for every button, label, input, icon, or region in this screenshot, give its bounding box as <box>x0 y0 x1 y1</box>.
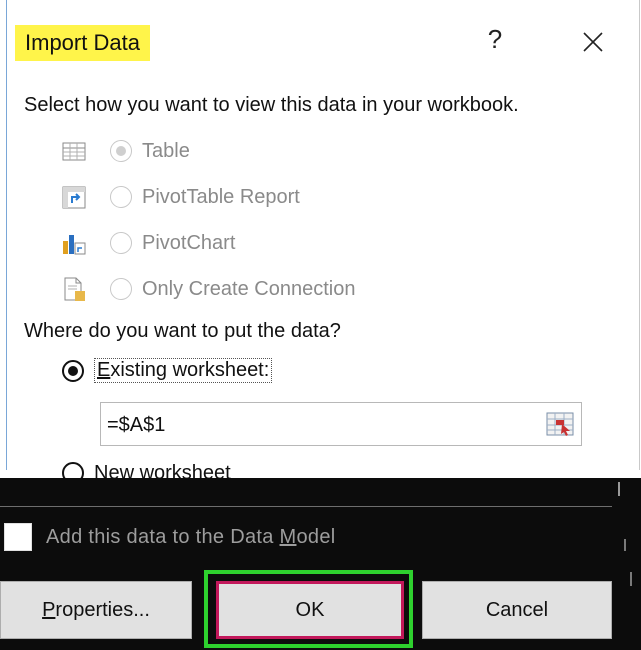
properties-accel: P <box>42 599 56 621</box>
pivottable-radio[interactable] <box>110 186 132 208</box>
option-pivotchart-label: PivotChart <box>142 231 236 254</box>
existing-worksheet-label: Existing worksheet: <box>94 358 273 383</box>
pivotchart-icon <box>63 235 86 255</box>
range-select-button[interactable] <box>545 409 575 439</box>
title-bar: Import Data ? <box>0 0 641 80</box>
where-label: Where do you want to put the data? <box>24 320 341 342</box>
range-field[interactable] <box>100 402 582 446</box>
connection-radio[interactable] <box>110 278 132 300</box>
range-select-icon <box>546 412 574 436</box>
artifact-tick <box>618 482 620 496</box>
dialog-title: Import Data <box>15 25 150 61</box>
pivottable-icon <box>62 186 86 209</box>
close-icon <box>583 32 603 52</box>
table-icon <box>62 142 86 161</box>
data-model-label-pre: Add this data to the Data <box>46 526 280 548</box>
option-connection[interactable]: Only Create Connection <box>60 274 355 304</box>
option-table-label: Table <box>142 139 190 162</box>
existing-worksheet-option[interactable]: Existing worksheet: <box>62 358 273 383</box>
new-worksheet-option[interactable]: New worksheet <box>62 460 231 480</box>
help-button[interactable]: ? <box>480 22 510 56</box>
pivotchart-radio[interactable] <box>110 232 132 254</box>
artifact-tick-3 <box>630 572 632 586</box>
existing-worksheet-accel: E <box>97 359 111 381</box>
option-pivottable[interactable]: PivotTable Report <box>60 182 300 212</box>
existing-worksheet-radio[interactable] <box>62 359 84 382</box>
view-instruction: Select how you want to view this data in… <box>24 94 519 116</box>
connection-icon <box>64 277 85 301</box>
data-model-accel: M <box>279 526 297 548</box>
artifact-line <box>0 506 612 507</box>
new-worksheet-label: New worksheet <box>94 462 231 480</box>
close-button[interactable] <box>575 24 609 58</box>
option-pivottable-label: PivotTable Report <box>142 185 300 208</box>
data-model-checkbox[interactable] <box>4 523 32 551</box>
range-input[interactable] <box>105 409 529 441</box>
existing-worksheet-label-rest: xisting worksheet: <box>110 359 270 381</box>
option-table[interactable]: Table <box>60 136 190 166</box>
cancel-button[interactable]: Cancel <box>422 581 612 639</box>
table-radio[interactable] <box>110 140 132 162</box>
properties-button[interactable]: Properties... <box>0 581 192 639</box>
data-model-label: Add this data to the Data Model <box>46 526 336 549</box>
artifact-tick-2 <box>624 539 626 551</box>
option-connection-label: Only Create Connection <box>142 277 356 300</box>
properties-label-rest: roperties... <box>55 599 150 621</box>
option-pivotchart[interactable]: PivotChart <box>60 228 235 258</box>
ok-button[interactable]: OK <box>216 581 404 639</box>
import-data-dialog: Import Data ? Select how you want to vie… <box>0 0 641 650</box>
data-model-label-post: odel <box>296 526 336 548</box>
